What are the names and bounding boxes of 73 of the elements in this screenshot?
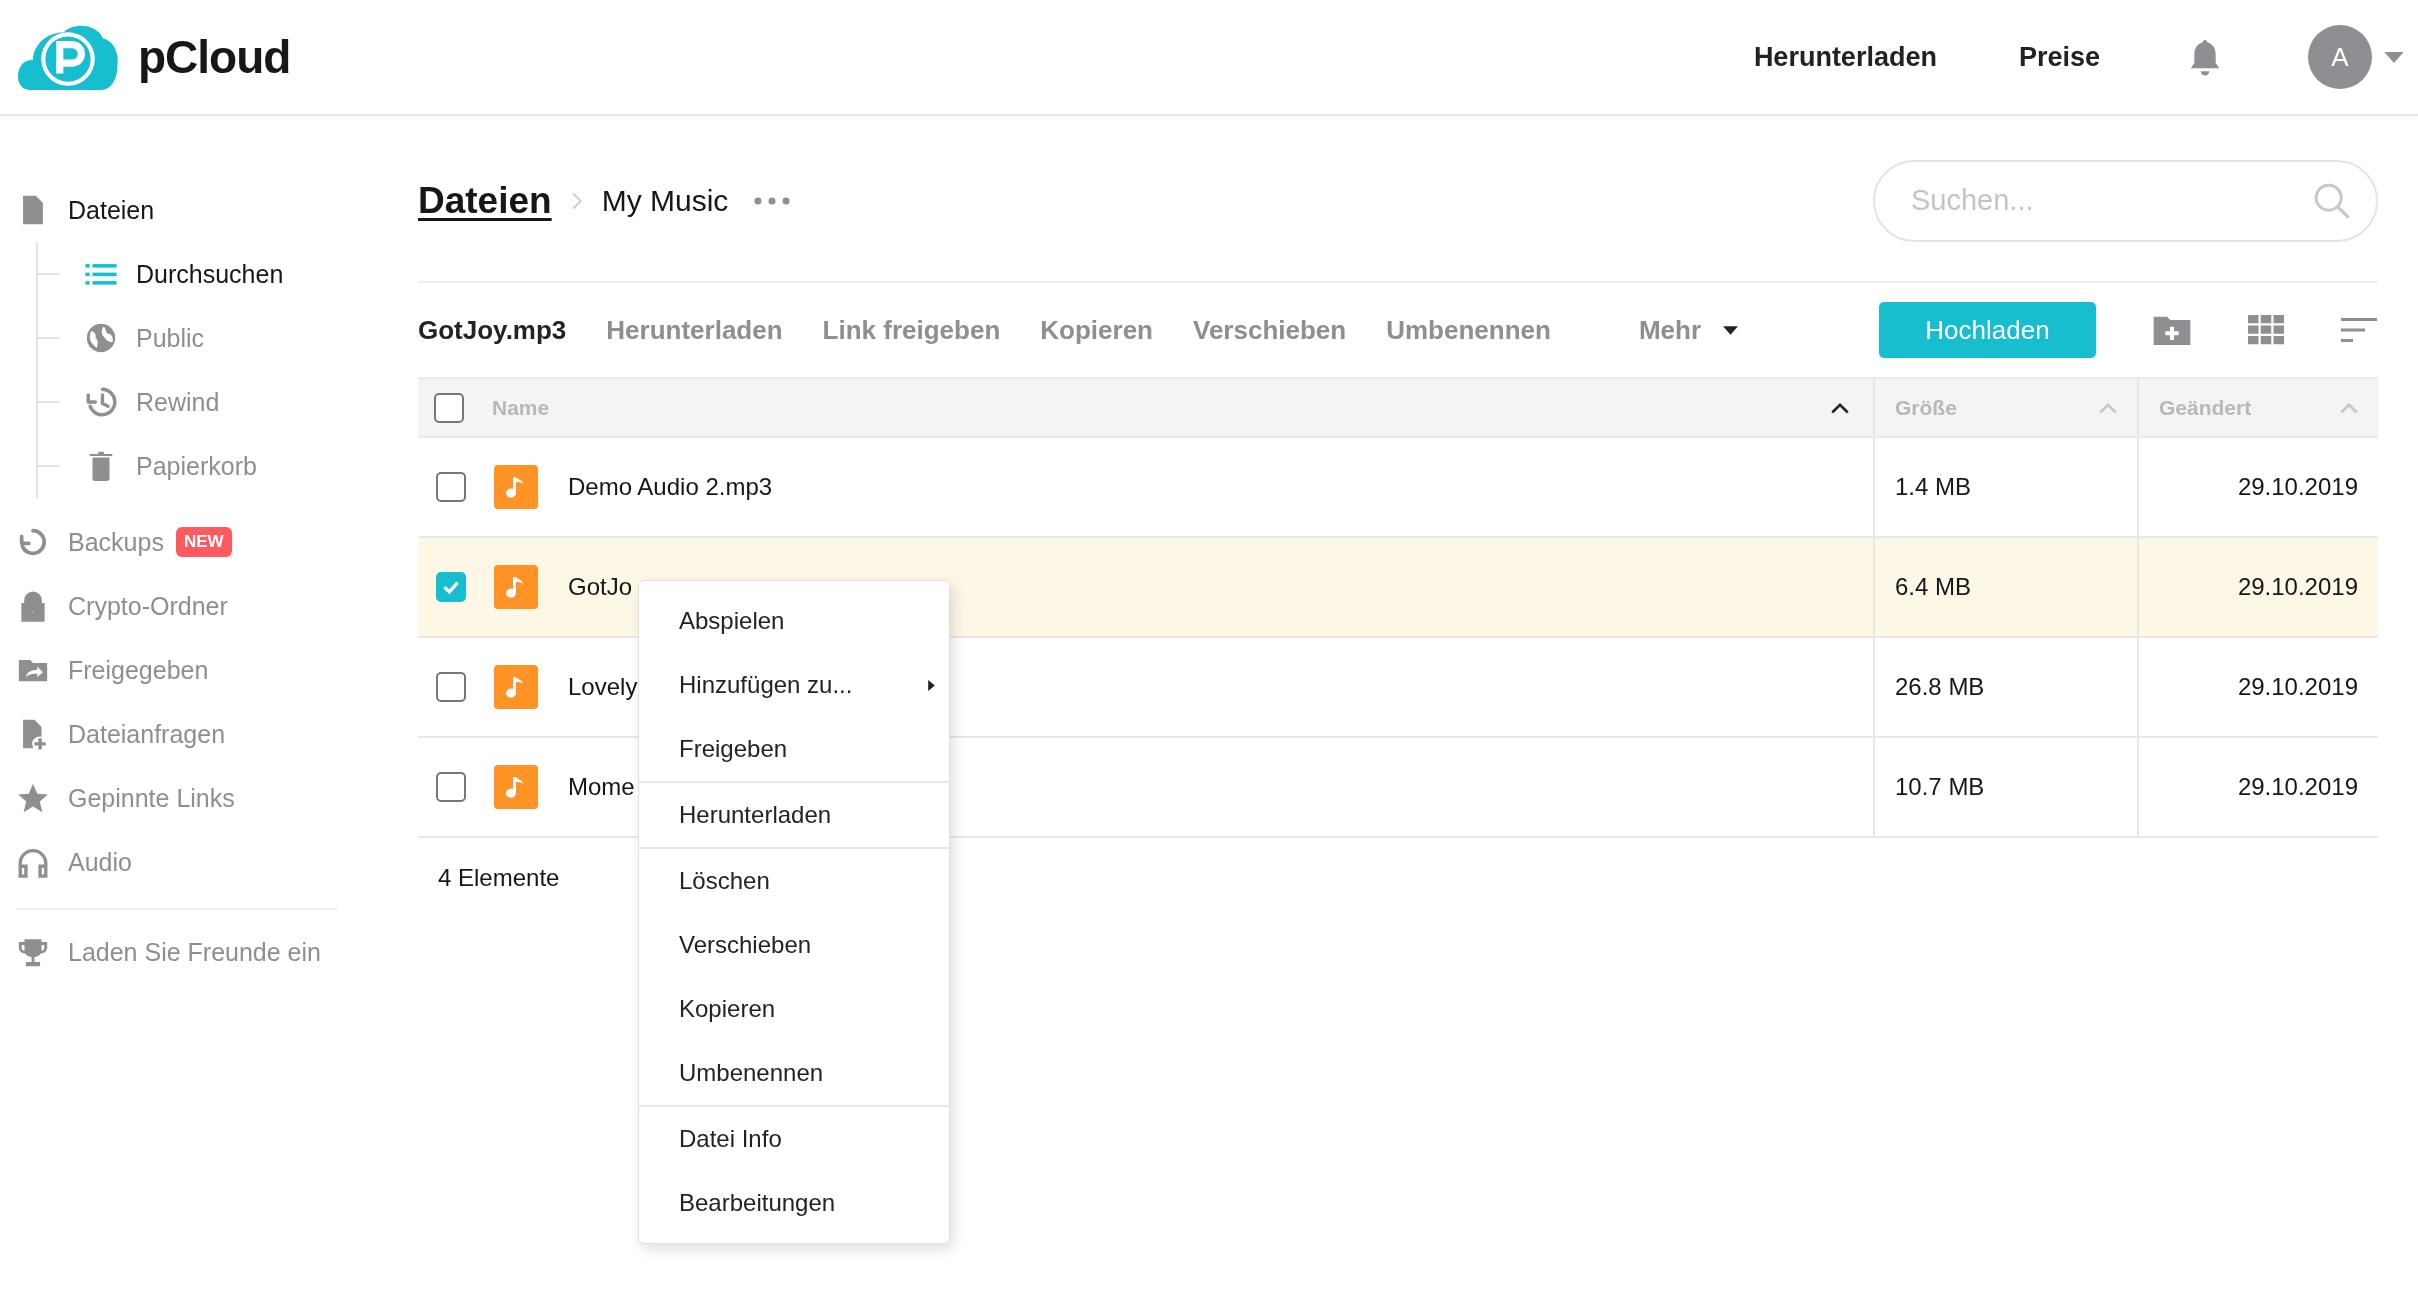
menu-item[interactable]: Hinzufügen zu... [639,653,949,717]
menu-item[interactable]: Kopieren [639,977,949,1041]
nav-link[interactable]: Herunterladen [1753,41,1937,73]
user-avatar[interactable]: A [2308,25,2372,89]
item-count: 4 Elemente [438,864,560,891]
menu-item[interactable]: Datei Info [639,1107,949,1171]
nav-link[interactable]: Preise [2018,41,2100,73]
menu-item[interactable]: Abspielen [639,589,949,653]
menu-item[interactable]: Bearbeitungen [639,1171,949,1235]
row-checkbox[interactable] [436,472,466,502]
audio-file-icon [494,665,538,709]
row-checkbox[interactable] [436,772,466,802]
sidebar-item[interactable]: Public [38,306,418,370]
sort-icon[interactable] [2340,315,2378,345]
file-name[interactable]: Demo Audio 2.mp3 [568,473,773,501]
audio-file-icon [494,765,538,809]
chevron-right-icon [571,191,582,210]
column-header[interactable]: Name [492,395,1831,420]
menu-item[interactable]: Umbenennen [639,1041,949,1105]
file-size: 6.4 MB [1873,538,2137,636]
file-size: 1.4 MB [1873,438,2137,536]
sidebar-item[interactable]: Laden Sie Freunde ein [16,920,418,984]
menu-item[interactable]: Herunterladen [639,783,949,847]
caret-icon[interactable] [1723,325,1738,335]
toolbar-action[interactable]: Umbenennen [1386,314,1551,346]
modified-date: 29.10.2019 [2137,638,2378,736]
breadcrumb-link[interactable]: Dateien [418,179,552,222]
upload-button[interactable]: Hochladen [1879,302,2096,358]
row-checkbox[interactable] [436,572,466,602]
new-badge: NEW [175,527,232,557]
sidebar-item[interactable]: Backups NEW [16,510,418,574]
sidebar-item[interactable]: Dateien [16,178,418,242]
grid-view-icon[interactable] [2248,315,2284,345]
more-icon[interactable] [754,196,791,205]
history-icon [84,385,118,419]
logo-text[interactable]: pCloud [138,30,291,84]
file-size: 26.8 MB [1873,638,2137,736]
column-header[interactable]: Größe [1895,395,2099,420]
toolbar-action[interactable]: Verschieben [1193,314,1347,346]
file-name[interactable]: Mome [568,773,635,801]
toolbar-action[interactable]: Kopieren [1040,314,1153,346]
sort-caret-icon[interactable] [1831,401,1849,414]
audio-file-icon [494,565,538,609]
globe-icon [84,321,118,355]
audio-file-icon [494,465,538,509]
select-all-checkbox[interactable] [434,392,464,423]
breadcrumb-current: My Music [601,183,729,218]
toolbar-action[interactable]: Herunterladen [606,314,783,346]
menu-item[interactable]: Verschieben [639,913,949,977]
modified-date: 29.10.2019 [2137,538,2378,636]
file-name[interactable]: GotJo [568,573,633,601]
search-field[interactable]: Suchen... [1873,159,2378,242]
row-checkbox[interactable] [436,672,466,702]
file-name[interactable]: Lovely [568,673,638,701]
selected-file-name: GotJoy.mp3 [418,314,567,346]
sidebar-item[interactable]: Rewind [38,370,418,434]
sidebar-item[interactable]: Dateianfragen [16,702,418,766]
modified-date: 29.10.2019 [2137,438,2378,536]
more-dropdown[interactable]: Mehr [1638,314,1701,346]
notification-bell-icon[interactable] [2188,37,2222,77]
sidebar-item[interactable]: Papierkorb [38,434,418,498]
toolbar-action[interactable]: Link freigeben [822,314,1001,346]
modified-date: 29.10.2019 [2137,738,2378,836]
sidebar-item[interactable]: Freigegeben [16,638,418,702]
column-header[interactable]: Geändert [2159,395,2340,420]
menu-item[interactable]: Freigeben [639,717,949,781]
sidebar-item[interactable]: Crypto-Ordner [16,574,418,638]
sidebar-item[interactable]: Durchsuchen [38,242,418,306]
file-size: 10.7 MB [1873,738,2137,836]
sidebar-item[interactable]: Gepinnte Links [16,766,418,830]
menu-item[interactable]: Löschen [639,849,949,913]
sidebar-item[interactable]: Audio [16,830,418,894]
submenu-arrow-icon [928,679,935,691]
